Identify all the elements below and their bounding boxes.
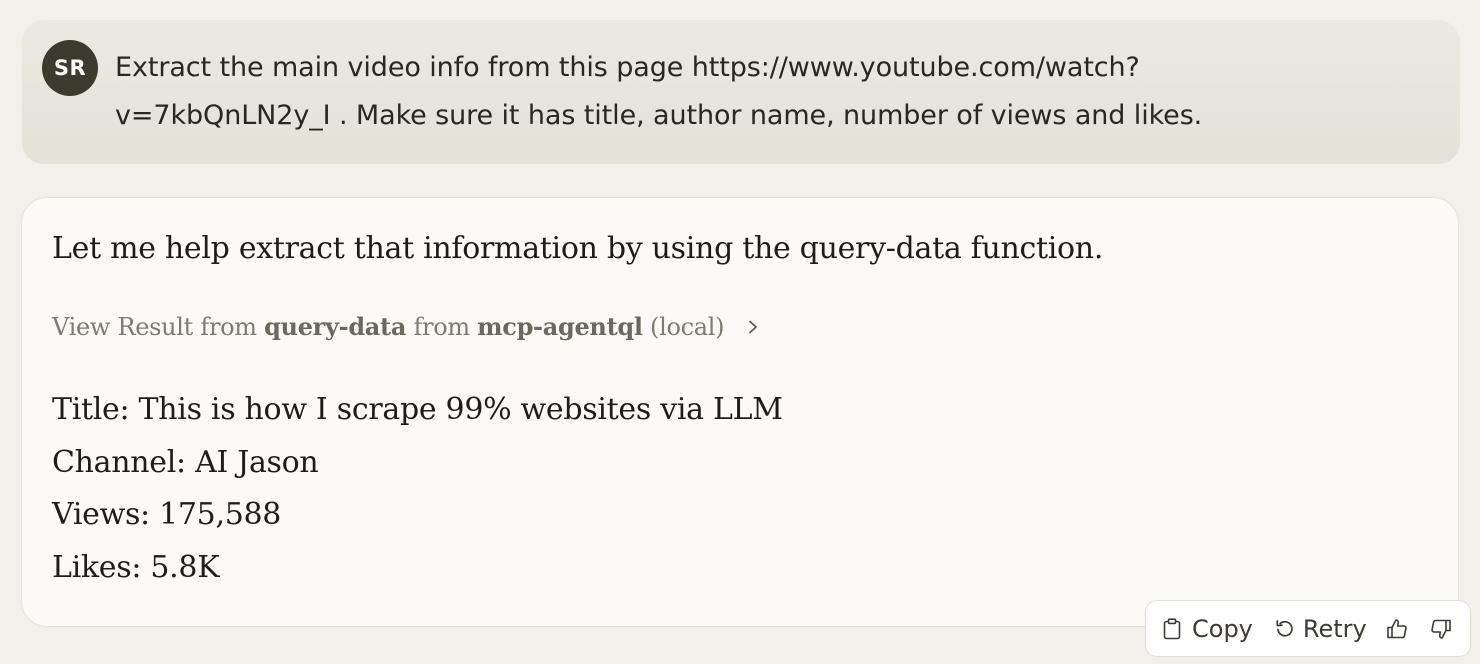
retry-label: Retry	[1302, 614, 1367, 643]
extracted-video-info: Title: This is how I scrape 99% websites…	[52, 388, 783, 598]
retry-button[interactable]: Retry	[1273, 615, 1367, 643]
thumbs-down-button[interactable]	[1429, 617, 1453, 641]
view-tool-result-link[interactable]: View Result from query-data from mcp-age…	[52, 312, 760, 341]
video-channel-line: Channel: AI Jason	[52, 444, 319, 480]
tool-result-middle: from	[413, 312, 470, 341]
user-message-line: Extract the main video info from this pa…	[115, 52, 1140, 83]
tool-server-name: mcp-agentql	[477, 312, 643, 341]
assistant-message: Let me help extract that information by …	[21, 197, 1459, 627]
copy-label: Copy	[1192, 614, 1253, 643]
chevron-right-icon	[749, 320, 758, 333]
user-message-line: v=7kbQnLN2y_I . Make sure it has title, …	[115, 100, 1203, 131]
video-title-line: Title: This is how I scrape 99% websites…	[52, 392, 783, 427]
clipboard-icon	[1163, 617, 1181, 639]
retry-icon	[1276, 619, 1293, 637]
thumbs-up-icon	[1386, 618, 1407, 638]
thumbs-down-icon	[1430, 619, 1451, 639]
user-message-text: Extract the main video info from this pa…	[115, 44, 1415, 140]
copy-button[interactable]: Copy	[1162, 615, 1253, 643]
thumbs-up-button[interactable]	[1385, 617, 1409, 641]
assistant-intro-text: Let me help extract that information by …	[52, 231, 1104, 266]
video-likes-line: Likes: 5.8K	[52, 549, 220, 585]
tool-result-prefix: View Result from	[52, 312, 257, 341]
video-views-line: Views: 175,588	[52, 497, 282, 532]
avatar[interactable]: SR	[42, 40, 98, 96]
tool-name: query-data	[264, 312, 407, 341]
tool-result-suffix: (local)	[650, 312, 725, 341]
message-action-bar: Copy Retry	[1145, 600, 1471, 657]
user-message: SR Extract the main video info from this…	[22, 20, 1460, 164]
